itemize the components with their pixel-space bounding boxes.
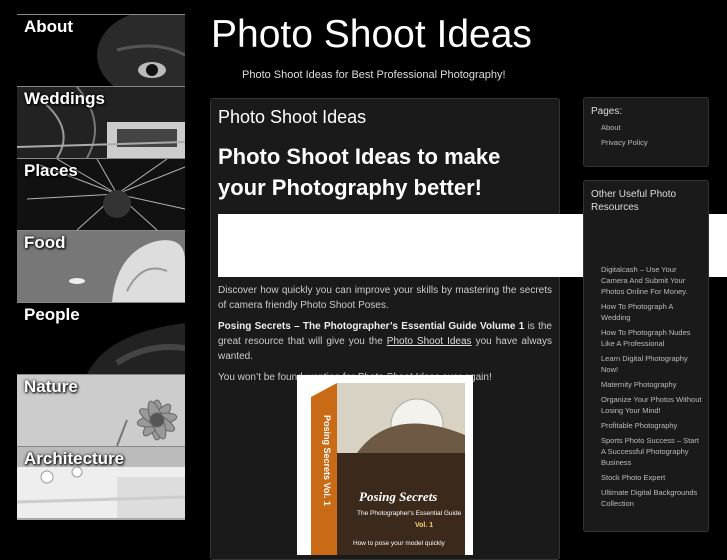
nav-label: Food <box>24 233 66 252</box>
resource-link[interactable]: Sports Photo Success – Start A Successfu… <box>601 435 702 468</box>
resources-list: Digitalcash – Use Your Camera And Submit… <box>584 218 708 517</box>
pages-list: About Privacy Policy <box>584 122 708 156</box>
nav-tile-food[interactable]: Food <box>17 230 185 302</box>
book-cover-image[interactable]: Posing Secrets Vol. 1 Posing Secrets The… <box>297 375 473 555</box>
pages-widget: Pages: About Privacy Policy <box>583 97 709 167</box>
resource-link[interactable]: Learn Digital Photography Now! <box>601 353 702 375</box>
book-cover-subtitle: The Photographer's Essential Guide <box>357 510 462 517</box>
main-content: Photo Shoot Ideas Photo Shoot Ideas to m… <box>210 98 560 560</box>
nav-label: About <box>24 17 74 36</box>
resource-link[interactable]: Stock Photo Expert <box>601 472 702 483</box>
nav-tile-about[interactable]: About <box>17 14 185 86</box>
book-cover-title: Posing Secrets <box>359 489 437 504</box>
resource-link[interactable]: How To Photograph A Wedding <box>601 301 702 323</box>
nav-tile-nature[interactable]: Nature <box>17 374 185 446</box>
resource-link[interactable]: Ultimate Digital Backgrounds Collection <box>601 487 702 509</box>
photo-shoot-ideas-link[interactable]: Photo Shoot Ideas <box>387 336 472 347</box>
nav-tile-places[interactable]: Places <box>17 158 185 230</box>
resource-link[interactable]: Maternity Photography <box>601 379 702 390</box>
page-link-about[interactable]: About <box>601 122 702 133</box>
resource-link[interactable]: Organize Your Photos Without Losing Your… <box>601 394 702 416</box>
book-title-bold: Posing Secrets – The Photographer’s Esse… <box>218 321 525 332</box>
nav-label: People <box>24 305 80 324</box>
paragraph-intro: Discover how quickly you can improve you… <box>218 285 552 311</box>
book-spine-text: Posing Secrets Vol. 1 <box>322 415 332 506</box>
nav-label: Weddings <box>24 89 105 108</box>
resource-link[interactable]: Digitalcash – Use Your Camera And Submit… <box>601 264 702 297</box>
post-headline: Photo Shoot Ideas to make your Photograp… <box>218 144 501 200</box>
site-title[interactable]: Photo Shoot Ideas <box>211 13 532 57</box>
nav-tile-people[interactable]: People <box>17 302 185 374</box>
book-cover-volume: Vol. 1 <box>415 522 433 529</box>
pages-widget-title: Pages: <box>591 106 623 117</box>
paragraph-resource: Posing Secrets – The Photographer’s Esse… <box>218 319 552 364</box>
resources-widget: Other Useful Photo Resources Digitalcash… <box>583 180 709 532</box>
left-nav: About Weddings Places Food People Nature… <box>17 14 185 520</box>
nav-label: Places <box>24 161 78 180</box>
post-title: Photo Shoot Ideas <box>218 107 367 127</box>
resource-link[interactable]: How To Photograph Nudes Like A Professio… <box>601 327 702 349</box>
nav-tile-architecture[interactable]: Architecture <box>17 446 185 518</box>
nav-label: Architecture <box>24 449 125 468</box>
nav-tile-weddings[interactable]: Weddings <box>17 86 185 158</box>
book-cover-tagline: How to pose your model quickly <box>353 540 446 547</box>
resource-link[interactable]: Profitable Photography <box>601 420 702 431</box>
resources-widget-title: Other Useful Photo Resources <box>591 189 677 213</box>
nav-divider <box>17 518 185 520</box>
nav-label: Nature <box>24 377 78 396</box>
site-tagline: Photo Shoot Ideas for Best Professional … <box>242 69 506 81</box>
page-link-privacy-policy[interactable]: Privacy Policy <box>601 137 702 148</box>
